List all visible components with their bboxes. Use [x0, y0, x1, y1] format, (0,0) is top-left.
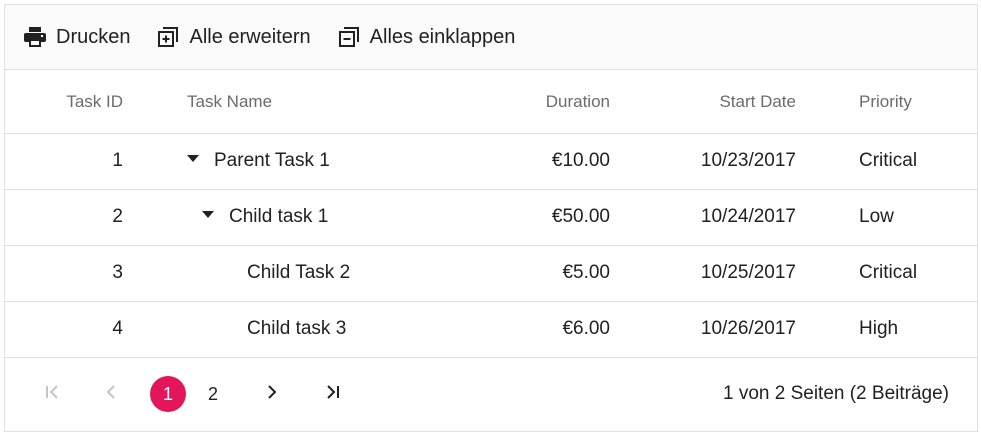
start-date-cell: 10/24/2017 [700, 206, 796, 227]
header-priority[interactable]: Priority [859, 70, 969, 134]
duration-cell: €50.00 [551, 206, 610, 227]
task-id-cell: 4 [112, 318, 123, 339]
start-date-cell: 10/23/2017 [700, 150, 796, 171]
table-row[interactable]: 2 Child task 1 €50.00 10/24/2017 Low [5, 190, 977, 246]
previous-page-button[interactable] [99, 358, 123, 430]
page-button-1[interactable]: 1 [150, 358, 186, 430]
tree-grid: Drucken Alle erweitern Alles einklappen … [4, 4, 978, 432]
print-label: Drucken [56, 25, 131, 48]
toolbar: Drucken Alle erweitern Alles einklappen [5, 5, 977, 70]
chevron-right-icon [267, 384, 277, 404]
expand-all-label: Alle erweitern [189, 25, 311, 48]
grid-header: Task ID Task Name Duration Start Date Pr… [5, 70, 977, 134]
expand-all-icon [156, 25, 180, 49]
header-duration[interactable]: Duration [425, 70, 610, 134]
chevron-left-icon [106, 384, 116, 404]
priority-cell: Low [859, 206, 894, 227]
task-name-text: Child Task 2 [247, 262, 351, 283]
page-number: 1 [150, 376, 186, 412]
task-name-text: Child task 3 [247, 318, 347, 339]
task-name-text: Child task 1 [229, 206, 329, 227]
duration-cell: €5.00 [562, 262, 610, 283]
start-date-cell: 10/25/2017 [700, 262, 796, 283]
collapse-all-button[interactable]: Alles einklappen [337, 5, 516, 69]
header-task-id[interactable]: Task ID [5, 70, 123, 134]
priority-cell: Critical [859, 150, 918, 171]
table-row[interactable]: 4 Child task 3 €6.00 10/26/2017 High [5, 302, 977, 358]
pager-info: 1 von 2 Seiten (2 Beiträge) [722, 383, 949, 404]
collapse-caret-icon[interactable] [202, 211, 214, 219]
last-page-button[interactable] [318, 358, 346, 430]
duration-cell: €10.00 [551, 150, 610, 171]
header-start-date[interactable]: Start Date [605, 70, 796, 134]
last-page-icon [324, 384, 340, 404]
collapse-caret-icon[interactable] [187, 155, 199, 163]
task-id-cell: 3 [112, 262, 123, 283]
print-button[interactable]: Drucken [23, 5, 130, 69]
duration-cell: €6.00 [562, 318, 610, 339]
collapse-all-label: Alles einklappen [369, 25, 516, 48]
collapse-all-icon [337, 25, 361, 49]
pager: 1 2 1 von 2 Seiten (2 Beiträge) [5, 358, 977, 430]
first-page-button[interactable] [39, 358, 67, 430]
priority-cell: Critical [859, 262, 918, 283]
table-row[interactable]: 3 Child Task 2 €5.00 10/25/2017 Critical [5, 246, 977, 302]
print-icon [23, 25, 47, 49]
page-number: 2 [207, 383, 218, 404]
first-page-icon [45, 384, 61, 404]
expand-all-button[interactable]: Alle erweitern [156, 5, 311, 69]
table-row[interactable]: 1 Parent Task 1 €10.00 10/23/2017 Critic… [5, 134, 977, 190]
next-page-button[interactable] [260, 358, 284, 430]
task-name-text: Parent Task 1 [214, 150, 330, 171]
task-id-cell: 1 [112, 150, 123, 171]
task-id-cell: 2 [112, 206, 123, 227]
start-date-cell: 10/26/2017 [700, 318, 796, 339]
page-button-2[interactable]: 2 [195, 358, 231, 430]
priority-cell: High [859, 318, 899, 339]
